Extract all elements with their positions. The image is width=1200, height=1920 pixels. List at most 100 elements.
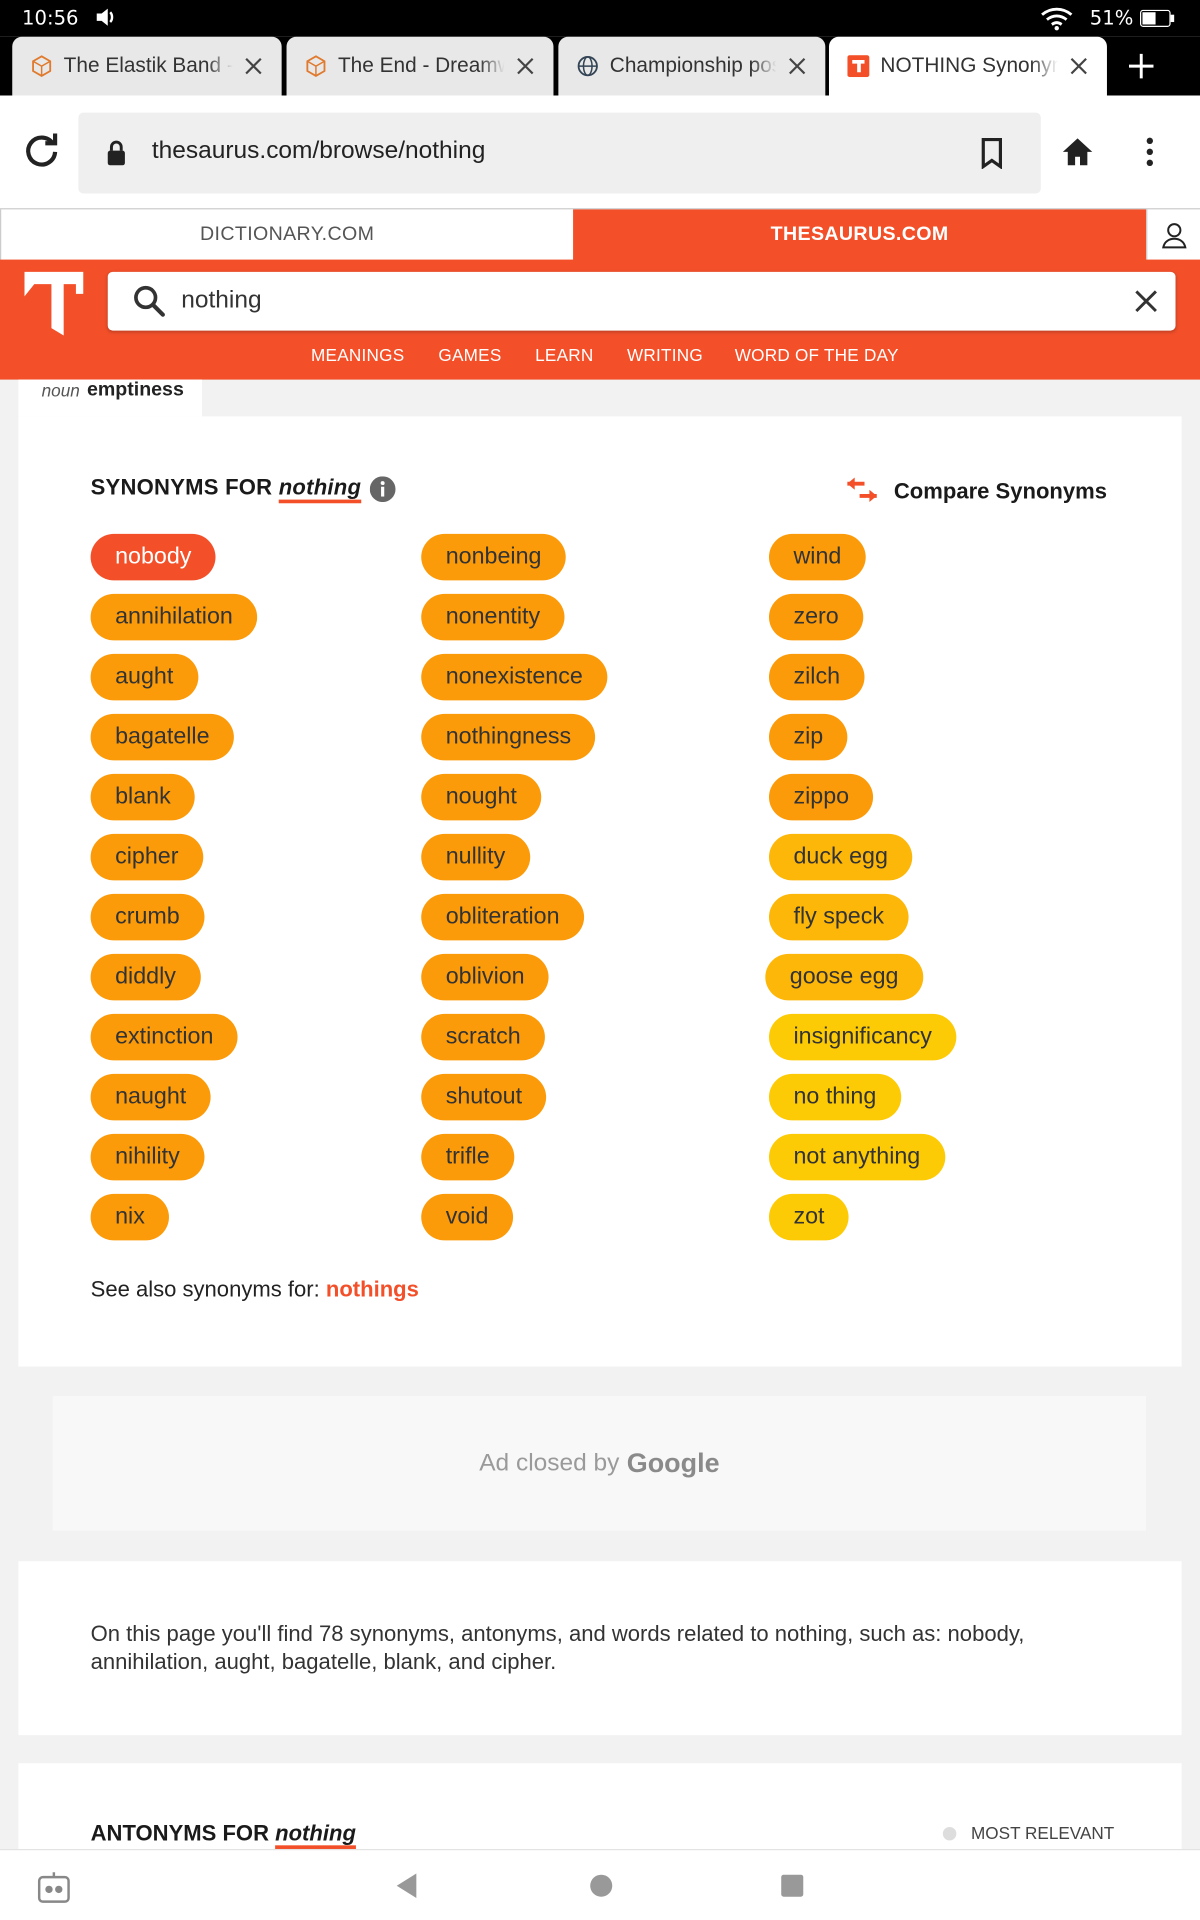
- bookmark-icon[interactable]: [980, 137, 1004, 169]
- synonym-chip[interactable]: naught: [90, 1073, 211, 1121]
- synonym-chip[interactable]: zot: [768, 1193, 850, 1241]
- synonym-chip[interactable]: nonexistence: [421, 653, 608, 701]
- see-also-prefix: See also synonyms for:: [90, 1277, 320, 1302]
- back-icon[interactable]: [392, 1870, 421, 1902]
- synonym-chip[interactable]: zilch: [768, 653, 865, 701]
- thesaurus-icon: [846, 54, 870, 78]
- synonym-chip[interactable]: nullity: [421, 833, 530, 881]
- browser-tab[interactable]: The End - Dreamwo: [286, 36, 554, 96]
- synonym-chip[interactable]: blank: [90, 773, 196, 821]
- synonym-chip[interactable]: obliteration: [421, 893, 585, 941]
- status-bar: 10:56 51%: [0, 0, 1200, 37]
- synonym-chip[interactable]: insignificancy: [768, 1013, 957, 1061]
- synonym-chip[interactable]: wind: [768, 533, 866, 581]
- status-time: 10:56: [22, 6, 79, 30]
- see-also: See also synonyms for: nothings: [91, 1277, 419, 1303]
- main-nav: MEANINGS GAMES LEARN WRITING WORD OF THE…: [0, 345, 1200, 372]
- summary-card: On this page you'll find 78 synonyms, an…: [18, 1561, 1182, 1736]
- dictionary-site-link[interactable]: DICTIONARY.COM: [0, 209, 573, 260]
- synonyms-heading-prefix: SYNONYMS FOR: [90, 475, 273, 500]
- nav-games[interactable]: GAMES: [438, 345, 501, 365]
- system-nav-bar: [0, 1848, 1200, 1920]
- synonym-chip[interactable]: nothingness: [421, 713, 596, 761]
- accessibility-icon[interactable]: [37, 1870, 71, 1904]
- nav-writing[interactable]: WRITING: [627, 345, 703, 365]
- search-input[interactable]: nothing: [181, 287, 261, 315]
- sense-word: emptiness: [86, 379, 184, 401]
- nav-meanings[interactable]: MEANINGS: [311, 345, 404, 365]
- antonyms-card: ANTONYMS FOR nothing MOST RELEVANT: [18, 1763, 1182, 1862]
- thesaurus-site-link[interactable]: THESAURUS.COM: [573, 209, 1147, 261]
- url-text: thesaurus.com/browse/nothing: [151, 137, 486, 165]
- synonym-chip[interactable]: trifle: [421, 1133, 515, 1181]
- cube-icon: [29, 54, 53, 78]
- browser-toolbar: thesaurus.com/browse/nothing: [0, 95, 1200, 209]
- sort-toggle[interactable]: MOST RELEVANT: [942, 1823, 1115, 1843]
- recents-icon[interactable]: [779, 1870, 806, 1902]
- synonym-chip[interactable]: zip: [768, 713, 848, 761]
- synonym-chip[interactable]: zippo: [768, 773, 874, 821]
- synonym-chip[interactable]: extinction: [90, 1013, 238, 1061]
- nav-word-of-the-day[interactable]: WORD OF THE DAY: [735, 345, 899, 365]
- synonym-chip[interactable]: nonentity: [421, 593, 565, 641]
- close-tab-icon[interactable]: [504, 45, 546, 87]
- synonym-chip[interactable]: crumb: [90, 893, 205, 941]
- synonym-chip[interactable]: nihility: [90, 1133, 205, 1181]
- info-icon[interactable]: [369, 476, 396, 503]
- ad-text: Ad closed by: [479, 1449, 620, 1477]
- sense-tab[interactable]: noun emptiness: [18, 379, 203, 417]
- clear-search-icon[interactable]: [1131, 287, 1160, 316]
- synonym-chip[interactable]: nonbeing: [421, 533, 566, 581]
- part-of-speech: noun: [41, 380, 80, 401]
- compare-arrows-icon: [847, 477, 877, 503]
- tab-title: The Elastik Band -: [63, 53, 233, 78]
- new-tab-icon[interactable]: [1117, 47, 1166, 86]
- synonym-chip[interactable]: fly speck: [768, 893, 909, 941]
- synonym-chip[interactable]: scratch: [421, 1013, 546, 1061]
- thesaurus-logo[interactable]: [22, 269, 86, 338]
- synonym-chip[interactable]: cipher: [90, 833, 203, 881]
- synonym-chip[interactable]: shutout: [421, 1073, 547, 1121]
- synonym-chip[interactable]: not anything: [768, 1133, 945, 1181]
- synonym-chip[interactable]: no thing: [768, 1073, 901, 1121]
- tab-title: The End - Dreamwo: [337, 53, 505, 78]
- close-tab-icon[interactable]: [1058, 45, 1100, 87]
- synonym-chip[interactable]: void: [421, 1193, 513, 1241]
- synonym-chip[interactable]: oblivion: [421, 953, 550, 1001]
- user-account-icon[interactable]: [1146, 209, 1200, 261]
- synonym-chip[interactable]: goose egg: [765, 953, 923, 1001]
- close-tab-icon[interactable]: [233, 45, 275, 87]
- home-nav-icon[interactable]: [588, 1870, 615, 1902]
- synonym-chip[interactable]: duck egg: [768, 833, 913, 881]
- compare-synonyms-button[interactable]: Compare Synonyms: [845, 475, 1107, 507]
- tab-title: Championship pos: [609, 53, 777, 78]
- tab-title: NOTHING Synonym: [880, 53, 1058, 78]
- synonym-chip[interactable]: annihilation: [90, 593, 258, 641]
- summary-text: On this page you'll find 78 synonyms, an…: [90, 1621, 1025, 1674]
- synonym-chip[interactable]: bagatelle: [90, 713, 235, 761]
- synonym-chip[interactable]: aught: [90, 653, 198, 701]
- synonyms-headword: nothing: [278, 475, 362, 500]
- search-box[interactable]: nothing: [107, 271, 1176, 331]
- browser-tab[interactable]: Championship pos: [558, 36, 826, 96]
- see-also-link[interactable]: nothings: [326, 1277, 419, 1301]
- sort-label: MOST RELEVANT: [971, 1823, 1115, 1843]
- nav-learn[interactable]: LEARN: [535, 345, 593, 365]
- browser-tab-active[interactable]: NOTHING Synonym: [828, 36, 1107, 96]
- home-icon[interactable]: [1060, 135, 1094, 169]
- compare-synonyms-label: Compare Synonyms: [893, 478, 1108, 503]
- search-icon[interactable]: [132, 284, 166, 318]
- synonym-chip[interactable]: nought: [421, 773, 542, 821]
- synonym-chip[interactable]: nobody: [90, 533, 216, 581]
- synonym-chip[interactable]: zero: [768, 593, 864, 641]
- synonym-chip[interactable]: diddly: [90, 953, 201, 1001]
- reload-icon[interactable]: [22, 130, 61, 169]
- browser-tab[interactable]: The Elastik Band -: [12, 36, 282, 96]
- sort-radio-icon[interactable]: [942, 1826, 957, 1840]
- address-bar[interactable]: thesaurus.com/browse/nothing: [78, 112, 1041, 194]
- wifi-icon: [1041, 7, 1073, 31]
- more-menu-icon[interactable]: [1136, 135, 1163, 169]
- ad-brand: Google: [626, 1447, 720, 1478]
- close-tab-icon[interactable]: [776, 45, 818, 87]
- synonym-chip[interactable]: nix: [90, 1193, 170, 1241]
